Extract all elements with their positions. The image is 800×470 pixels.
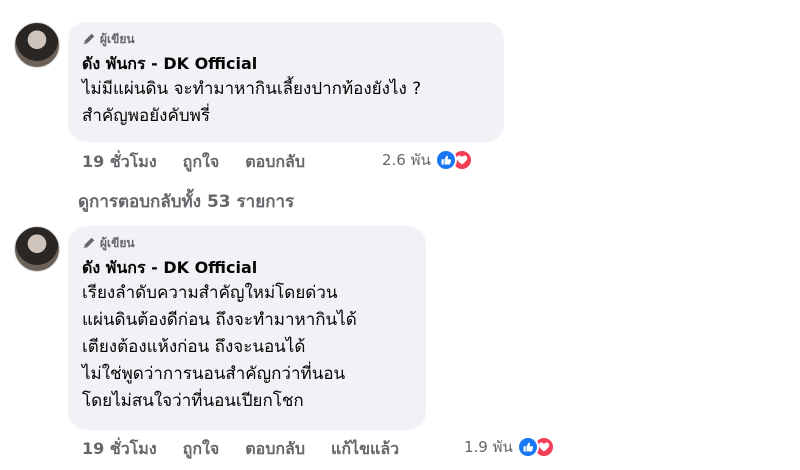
pen-icon: [83, 237, 95, 249]
reaction-count: 1.9 พัน: [464, 438, 513, 456]
comment-text-line: ไม่ใช่พูดว่าการนอนสำคัญกว่าที่นอน: [82, 364, 346, 384]
author-badge: ผู้เขียน: [82, 30, 488, 48]
like-reaction-icon: [516, 436, 539, 458]
comment-bubble: ผู้เขียน ดัง พันกร - DK Official ไม่มีแผ…: [68, 22, 504, 142]
comment-text-line: ไม่มีแผ่นดิน จะทำมาหากินเลี้ยงปากท้องยัง…: [82, 79, 422, 99]
author-badge-label: ผู้เขียน: [100, 31, 135, 46]
like-button[interactable]: ถูกใจ: [183, 437, 220, 462]
author-name[interactable]: ดัง พันกร - DK Official: [82, 54, 488, 74]
comment-text-line: สำคัญพอยังคับพรี่: [82, 106, 210, 126]
author-name[interactable]: ดัง พันกร - DK Official: [82, 258, 410, 278]
comment-text-line: เตียงต้องแห้งก่อน ถึงจะนอนได้: [82, 337, 306, 357]
pen-icon: [83, 33, 95, 45]
author-badge-label: ผู้เขียน: [100, 235, 135, 250]
reaction-summary[interactable]: 1.9 พัน: [464, 435, 555, 459]
comment-bubble: ผู้เขียน ดัง พันกร - DK Official เรียงลำ…: [68, 226, 426, 430]
timestamp[interactable]: 19 ชั่วโมง: [82, 150, 157, 175]
author-badge: ผู้เขียน: [82, 234, 410, 252]
reaction-count: 2.6 พัน: [382, 151, 431, 169]
avatar[interactable]: [14, 226, 60, 272]
edited-label[interactable]: แก้ไขแล้ว: [331, 437, 399, 462]
like-button[interactable]: ถูกใจ: [183, 150, 220, 175]
comment-actions: 19 ชั่วโมง ถูกใจ ตอบกลับ: [82, 150, 331, 175]
view-replies-link[interactable]: ดูการตอบกลับทั้ง 53 รายการ: [78, 188, 294, 215]
comment-actions: 19 ชั่วโมง ถูกใจ ตอบกลับ แก้ไขแล้ว: [82, 437, 425, 462]
like-reaction-icon: [434, 149, 457, 171]
timestamp[interactable]: 19 ชั่วโมง: [82, 437, 157, 462]
comment-text-line: โดยไม่สนใจว่าที่นอนเปียกโชก: [82, 391, 304, 411]
avatar[interactable]: [14, 22, 60, 68]
reply-button[interactable]: ตอบกลับ: [245, 437, 305, 462]
comment-text-line: เรียงลำดับความสำคัญใหม่โดยด่วน: [82, 283, 338, 303]
reaction-summary[interactable]: 2.6 พัน: [382, 148, 473, 172]
reply-button[interactable]: ตอบกลับ: [245, 150, 305, 175]
comment-text-line: แผ่นดินต้องดีก่อน ถึงจะทำมาหากินได้: [82, 310, 357, 330]
